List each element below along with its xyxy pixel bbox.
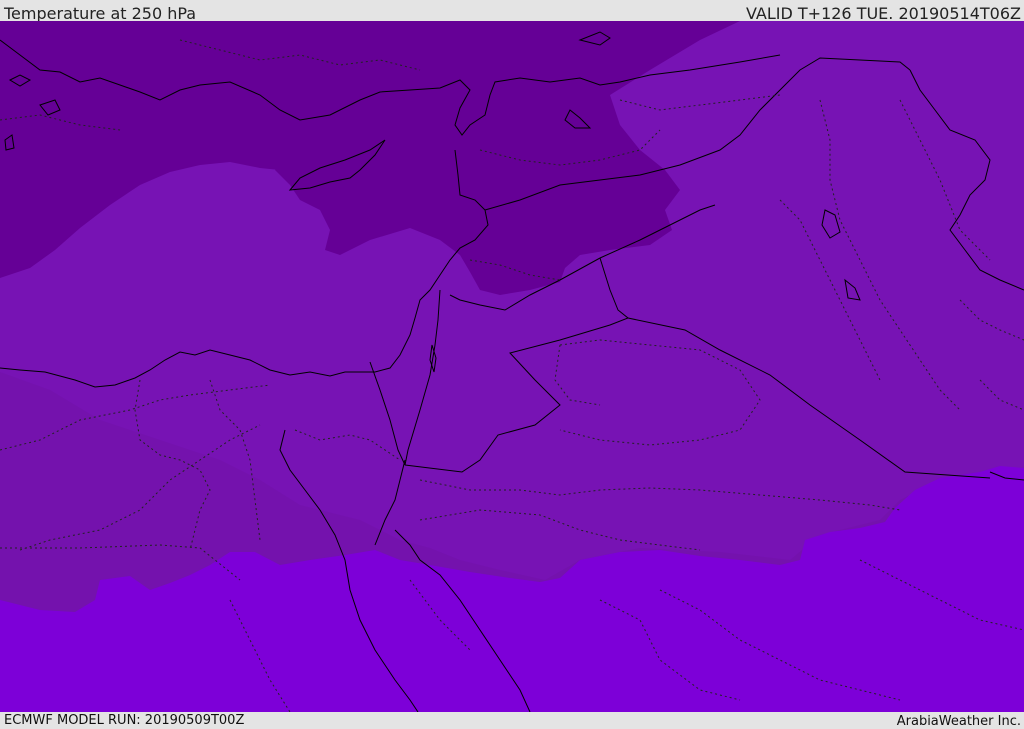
- weather-map[interactable]: [0, 21, 1024, 712]
- footer-bar: ECMWF MODEL RUN: 20190509T00Z ArabiaWeat…: [0, 712, 1024, 729]
- header-bar: Temperature at 250 hPa VALID T+126 TUE. …: [0, 0, 1024, 23]
- model-run-label: ECMWF MODEL RUN: 20190509T00Z: [4, 713, 245, 728]
- brand-label: ArabiaWeather Inc.: [896, 714, 1021, 729]
